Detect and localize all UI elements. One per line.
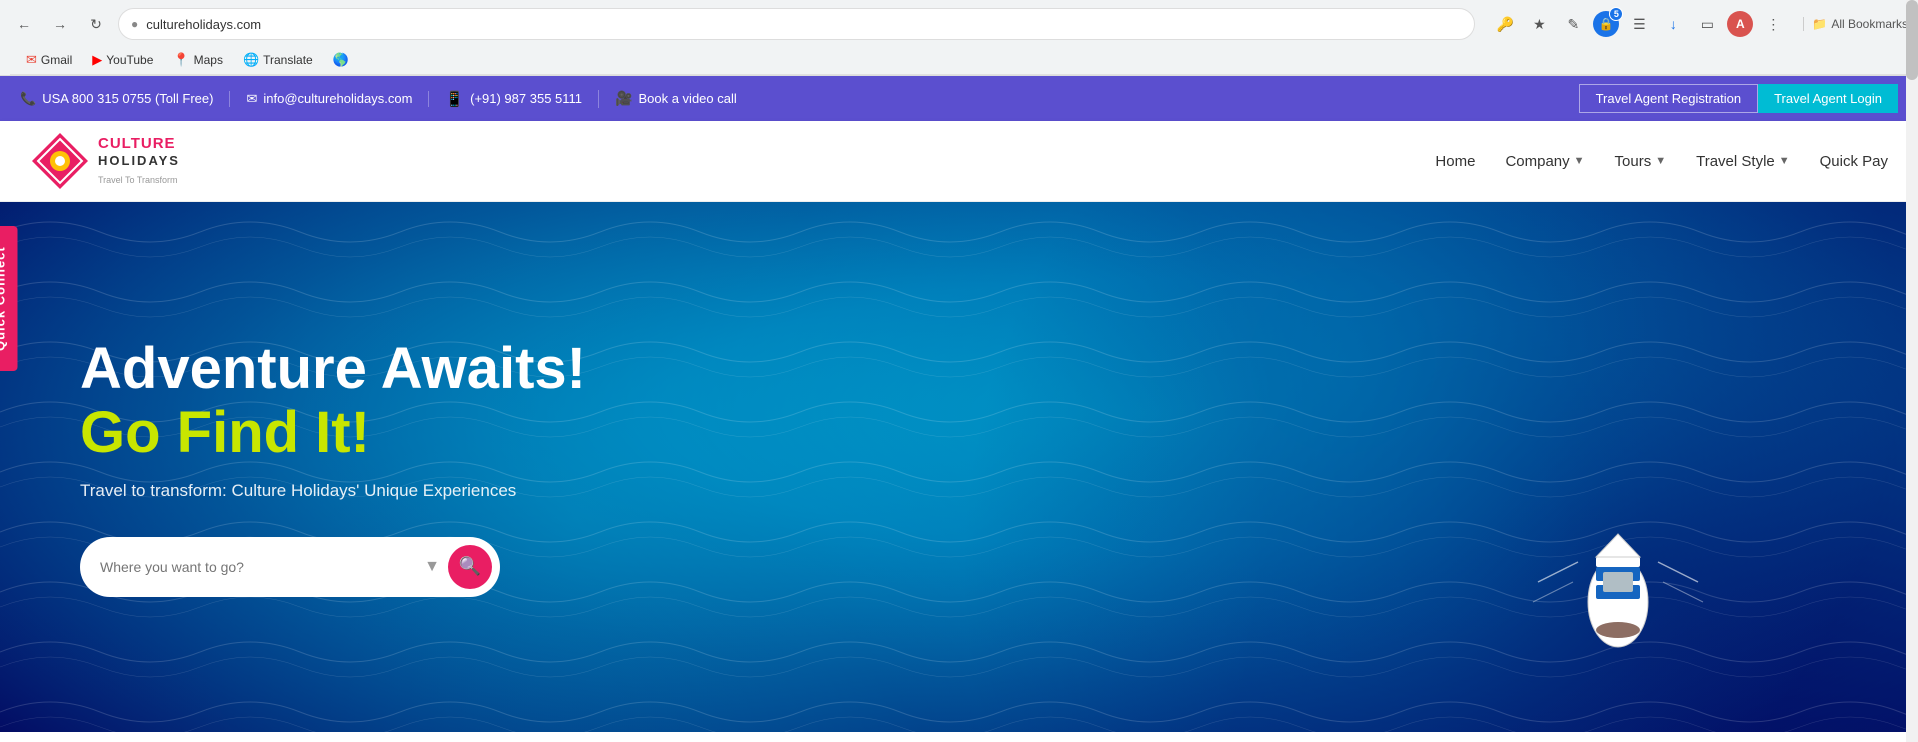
url-text: cultureholidays.com [146, 17, 261, 32]
bookmark-globe[interactable]: 🌎 [325, 50, 357, 70]
search-icon: 🔍 [459, 556, 481, 577]
site-logo[interactable]: CULTURE HOLIDAYS Travel To Transform [30, 131, 180, 191]
scrollbar-track[interactable] [1906, 0, 1918, 742]
logo-diamond-svg [30, 131, 90, 191]
email-text: info@cultureholidays.com [263, 91, 412, 106]
globe-icon: 🌎 [333, 52, 349, 68]
whatsapp-icon: 📱 [445, 90, 464, 108]
translate-icon: 🌐 [243, 52, 259, 68]
bookmark-gmail[interactable]: ✉ Gmail [18, 50, 80, 70]
travel-agent-login-button[interactable]: Travel Agent Login [1758, 84, 1898, 113]
sidebar-button[interactable]: ▭ [1693, 10, 1721, 38]
bookmark-maps-label: Maps [194, 53, 223, 67]
email-icon: ✉ [246, 91, 257, 107]
gmail-icon: ✉ [26, 52, 37, 68]
search-button[interactable]: 🔍 [448, 545, 492, 589]
forward-button[interactable]: → [46, 10, 74, 38]
scrollbar-thumb[interactable] [1906, 0, 1918, 80]
nav-company[interactable]: Company ▼ [1505, 153, 1584, 170]
travel-agent-registration-button[interactable]: Travel Agent Registration [1579, 84, 1758, 113]
video-icon: 🎥 [615, 90, 632, 107]
phone-text: USA 800 315 0755 (Toll Free) [42, 91, 213, 106]
bookmark-youtube-label: YouTube [106, 53, 153, 67]
pen-button[interactable]: ✎ [1559, 10, 1587, 38]
star-button[interactable]: ★ [1525, 10, 1553, 38]
whatsapp-text: (+91) 987 355 5111 [470, 91, 582, 106]
quick-connect-tab[interactable]: Quick Connect [0, 226, 18, 371]
maps-icon: 📍 [173, 52, 189, 68]
extensions-button[interactable]: ☰ [1625, 10, 1653, 38]
logo-tagline: Travel To Transform [98, 175, 178, 185]
logo-holidays: HOLIDAYS [98, 153, 180, 168]
hero-search-bar: ▼ 🔍 [80, 537, 500, 597]
main-nav: Home Company ▼ Tours ▼ Travel Style ▼ Qu… [1435, 153, 1888, 170]
phone-icon: 📞 [20, 91, 36, 107]
browser-actions: 🔑 ★ ✎ 🔒 5 ☰ ↓ ▭ A ⋮ [1491, 10, 1787, 38]
youtube-icon: ▶ [92, 52, 102, 68]
refresh-button[interactable]: ↻ [82, 10, 110, 38]
extension-count: 5 [1609, 7, 1623, 21]
destination-search-input[interactable] [100, 559, 416, 575]
logo-culture: CULTURE [98, 135, 176, 152]
nav-home[interactable]: Home [1435, 153, 1475, 170]
bookmark-folder-icon: 📁 [1812, 17, 1827, 31]
bookmarks-bar: ✉ Gmail ▶ YouTube 📍 Maps 🌐 Translate 🌎 [10, 46, 1908, 75]
browser-toolbar: ← → ↻ ● cultureholidays.com 🔑 ★ ✎ 🔒 5 ☰ … [10, 8, 1908, 40]
hero-section: Adventure Awaits! Go Find It! Travel to … [0, 202, 1918, 732]
logo-text: CULTURE HOLIDAYS Travel To Transform [98, 135, 180, 188]
hero-subtitle: Travel to transform: Culture Holidays' U… [80, 481, 620, 501]
company-dropdown-arrow: ▼ [1574, 155, 1585, 167]
site-wrapper: 📞 USA 800 315 0755 (Toll Free) ✉ info@cu… [0, 76, 1918, 732]
nav-travel-style[interactable]: Travel Style ▼ [1696, 153, 1790, 170]
video-call-item[interactable]: 🎥 Book a video call [599, 90, 753, 107]
video-call-text: Book a video call [638, 91, 736, 106]
phone-item[interactable]: 📞 USA 800 315 0755 (Toll Free) [20, 91, 230, 107]
hero-title-part2: Go Find It! [80, 400, 370, 465]
profile-button[interactable]: A [1727, 11, 1753, 37]
whatsapp-item[interactable]: 📱 (+91) 987 355 5111 [429, 90, 599, 108]
travel-style-dropdown-arrow: ▼ [1779, 155, 1790, 167]
site-header: CULTURE HOLIDAYS Travel To Transform Hom… [0, 121, 1918, 202]
hero-content: Adventure Awaits! Go Find It! Travel to … [0, 337, 700, 597]
bookmark-maps[interactable]: 📍 Maps [165, 50, 231, 70]
hero-title-part1: Adventure Awaits! [80, 336, 586, 401]
boat-illustration [1518, 512, 1718, 652]
top-bar-right: Travel Agent Registration Travel Agent L… [1579, 84, 1898, 113]
bookmark-translate[interactable]: 🌐 Translate [235, 50, 321, 70]
all-bookmarks-label: All Bookmarks [1831, 17, 1908, 31]
security-icon: ● [131, 17, 138, 31]
download-button[interactable]: ↓ [1659, 10, 1687, 38]
nav-quick-pay[interactable]: Quick Pay [1820, 153, 1888, 170]
email-item[interactable]: ✉ info@cultureholidays.com [230, 91, 429, 107]
address-bar[interactable]: ● cultureholidays.com [118, 8, 1475, 40]
nav-tours[interactable]: Tours ▼ [1615, 153, 1667, 170]
back-button[interactable]: ← [10, 10, 38, 38]
extension-badge[interactable]: 🔒 5 [1593, 11, 1619, 37]
bookmark-translate-label: Translate [263, 53, 313, 67]
tours-dropdown-arrow: ▼ [1655, 155, 1666, 167]
hero-title: Adventure Awaits! Go Find It! [80, 337, 620, 465]
menu-button[interactable]: ⋮ [1759, 10, 1787, 38]
top-bar: 📞 USA 800 315 0755 (Toll Free) ✉ info@cu… [0, 76, 1918, 121]
key-icon-btn[interactable]: 🔑 [1491, 10, 1519, 38]
search-dropdown-arrow[interactable]: ▼ [424, 558, 440, 576]
browser-chrome: ← → ↻ ● cultureholidays.com 🔑 ★ ✎ 🔒 5 ☰ … [0, 0, 1918, 76]
all-bookmarks-area[interactable]: 📁 All Bookmarks [1803, 17, 1908, 31]
bookmark-youtube[interactable]: ▶ YouTube [84, 50, 161, 70]
bookmark-gmail-label: Gmail [41, 53, 72, 67]
